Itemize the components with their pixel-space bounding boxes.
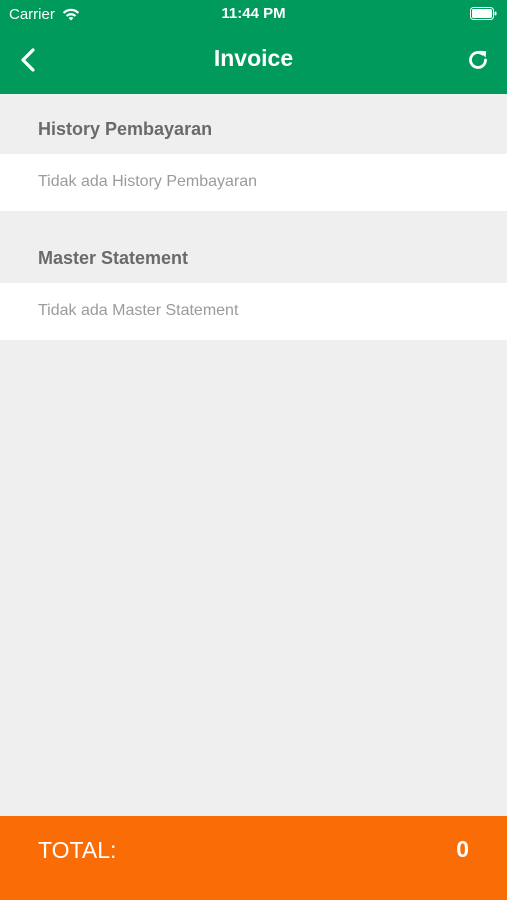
status-bar: Carrier 11:44 PM (0, 0, 507, 28)
history-empty-row: Tidak ada History Pembayaran (0, 154, 507, 211)
statement-section-title: Master Statement (38, 248, 189, 268)
status-time: 11:44 PM (221, 5, 286, 22)
statement-section-header: Master Statement (0, 223, 507, 283)
history-empty-text: Tidak ada History Pembayaran (38, 173, 258, 190)
total-label: TOTAL: (38, 837, 117, 863)
statement-empty-row: Tidak ada Master Statement (0, 283, 507, 340)
history-section-header: History Pembayaran (0, 94, 507, 154)
page-title: Invoice (213, 45, 294, 71)
header: Carrier 11:44 PM Invoice (0, 0, 507, 94)
invoice-screen: Carrier 11:44 PM Invoice History Pembaya… (0, 0, 507, 900)
total-value: 0 (456, 836, 469, 862)
total-footer: TOTAL: 0 (0, 816, 507, 900)
history-section-title: History Pembayaran (38, 119, 213, 139)
nav-bar: Invoice (0, 28, 507, 94)
refresh-icon (469, 50, 487, 69)
battery-icon (470, 7, 497, 20)
refresh-button[interactable] (461, 43, 495, 77)
statement-empty-text: Tidak ada Master Statement (38, 302, 239, 319)
